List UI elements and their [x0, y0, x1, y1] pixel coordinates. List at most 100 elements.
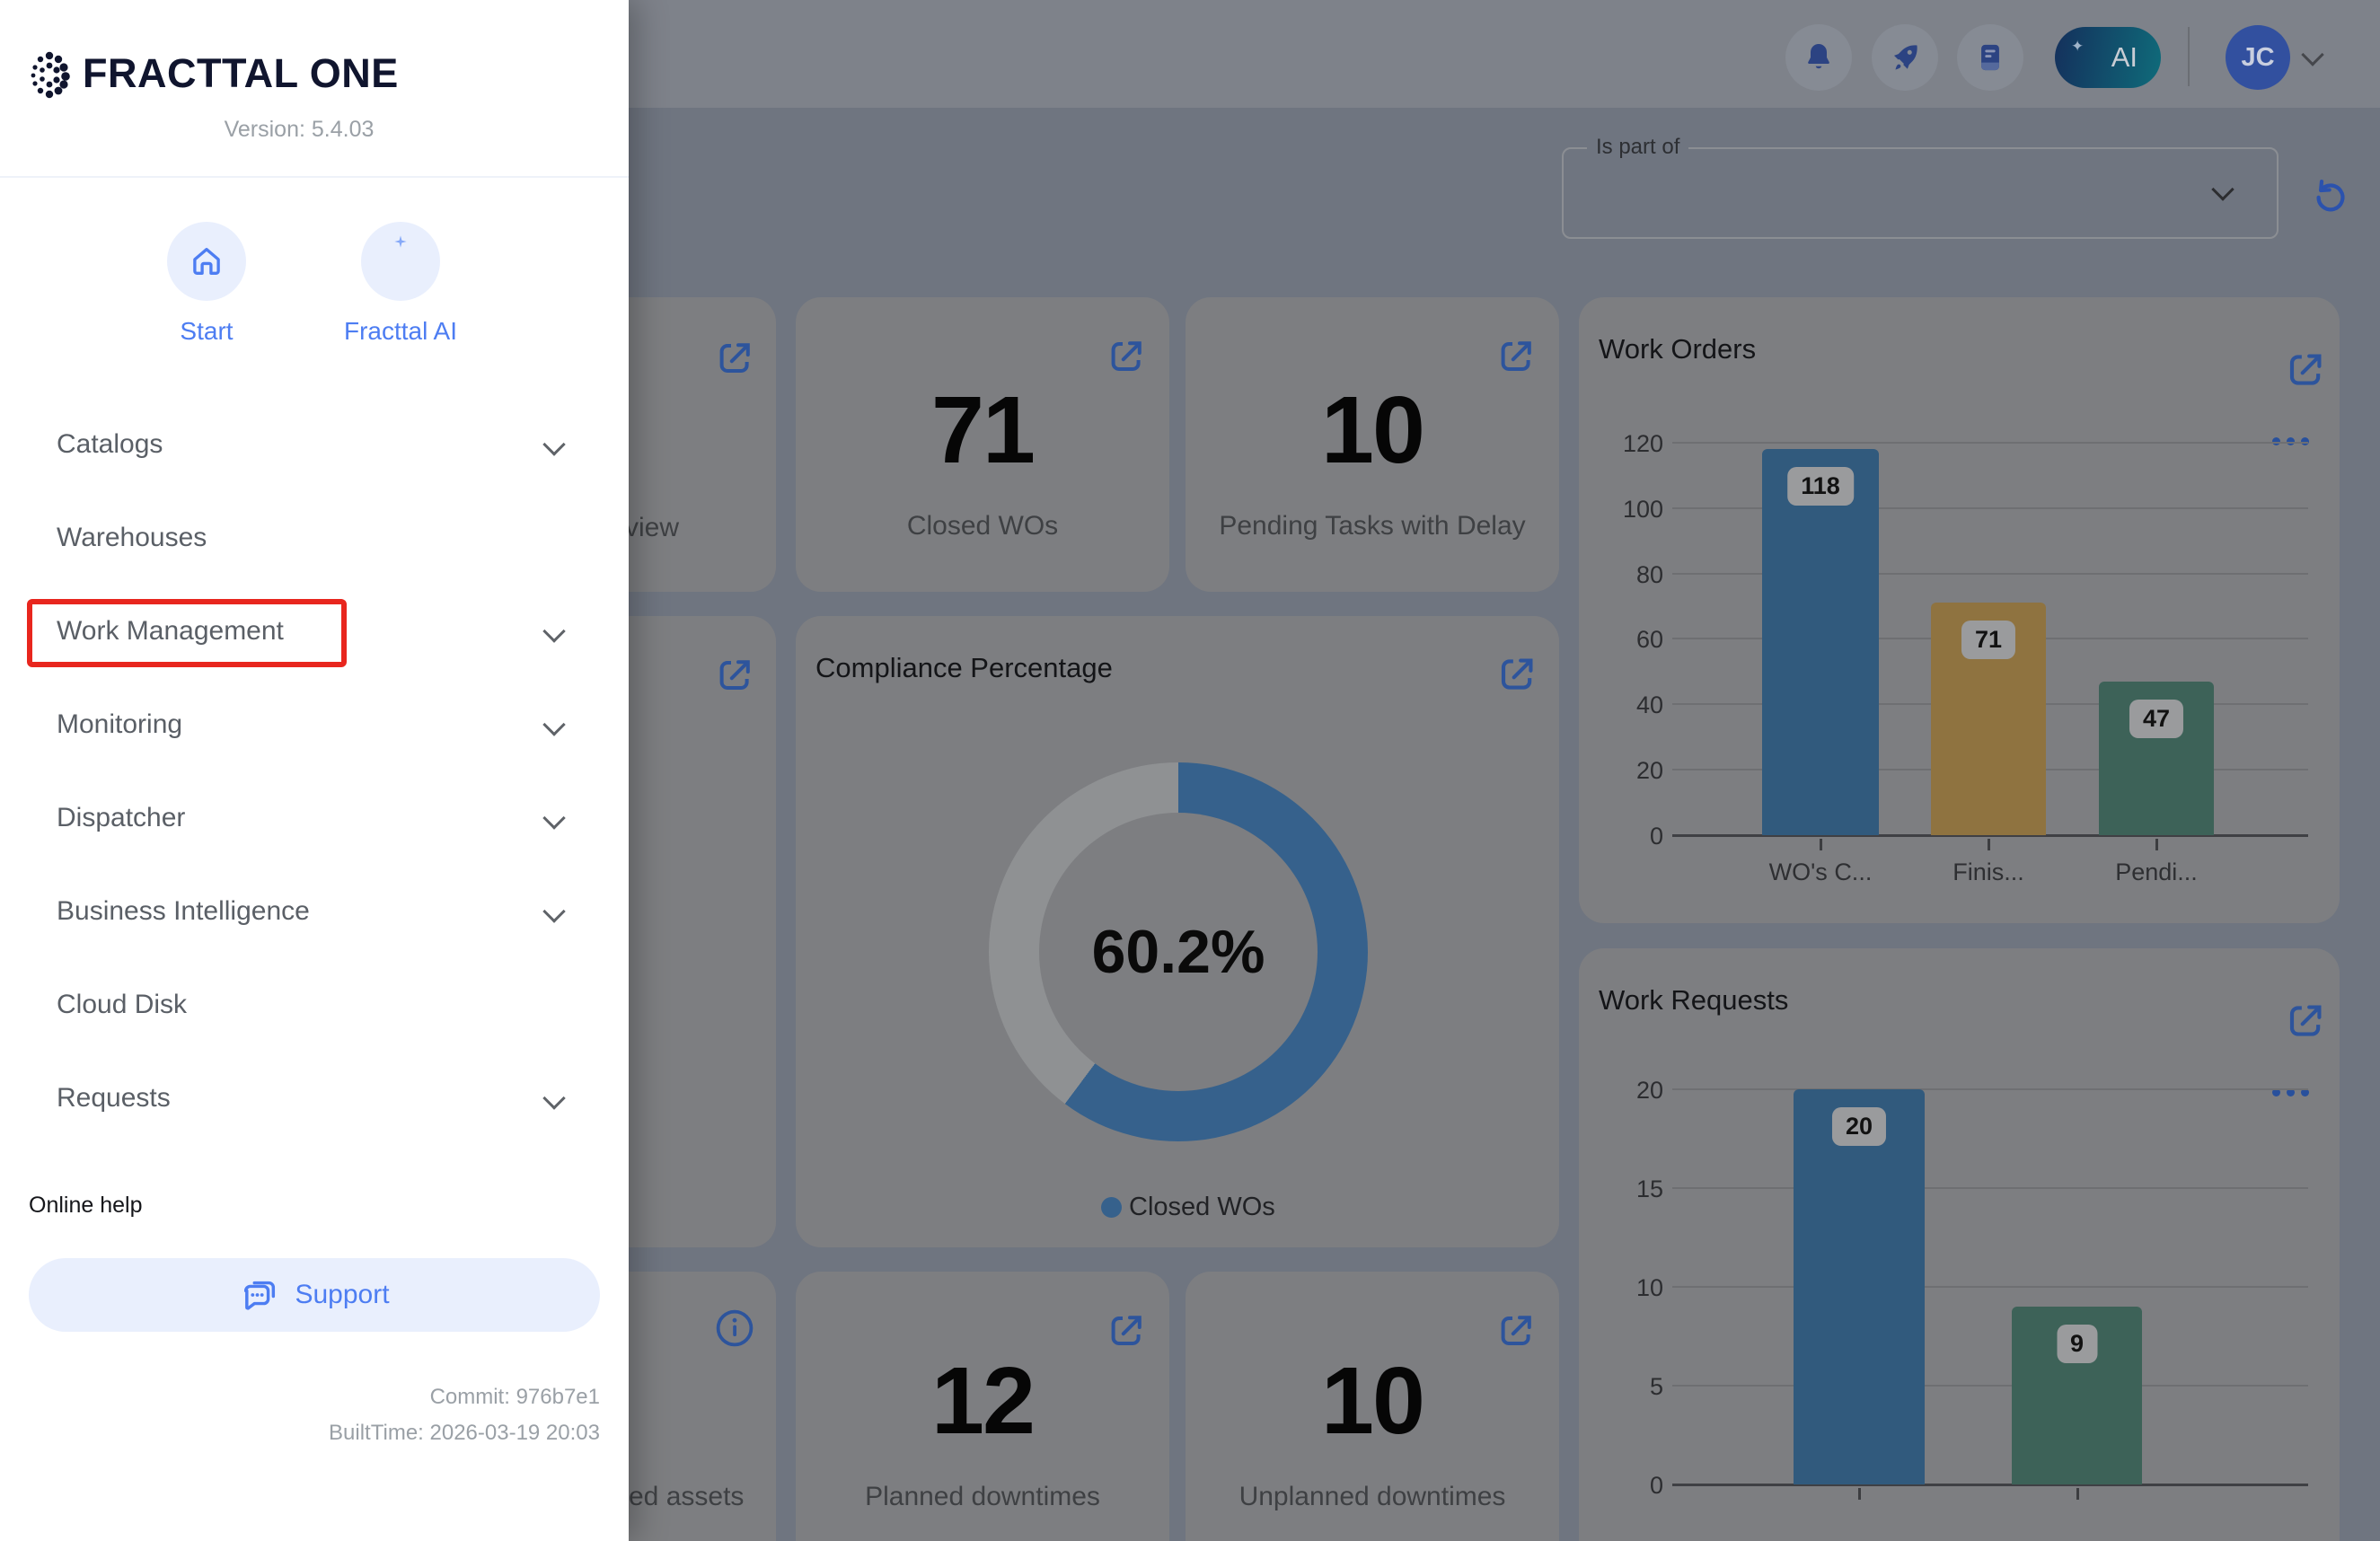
user-avatar[interactable]: JC	[2226, 25, 2290, 90]
compliance-legend: Closed WOs	[1101, 1193, 1275, 1222]
x-axis-tick	[2076, 1488, 2079, 1500]
work-orders-card: Work Orders 020406080100120118WO's C...7…	[1579, 297, 2340, 923]
sidebar-item-label: Monitoring	[57, 709, 182, 740]
bar-value-label: 71	[1961, 621, 2015, 659]
closed-wos-label: Closed WOs	[796, 511, 1169, 542]
sidebar-item-catalogs[interactable]: Catalogs	[0, 416, 629, 473]
planned-downtimes-value: 12	[796, 1347, 1169, 1456]
fracttal-logo-icon	[29, 48, 70, 101]
pending-tasks-card: 10 Pending Tasks with Delay	[1186, 297, 1559, 592]
y-axis-tick-label: 100	[1579, 496, 1663, 524]
chevron-down-icon	[542, 620, 565, 642]
y-axis-tick-label: 120	[1579, 430, 1663, 458]
y-axis-tick-label: 60	[1579, 626, 1663, 654]
sidebar-item-label: Dispatcher	[57, 803, 185, 833]
planned-downtimes-card: 12 Planned downtimes	[796, 1272, 1169, 1541]
topbar-divider	[2188, 27, 2190, 86]
open-in-new-icon[interactable]	[1494, 335, 1538, 378]
unplanned-downtimes-value: 10	[1186, 1347, 1559, 1456]
gridline	[1672, 1187, 2308, 1189]
legend-label: Closed WOs	[1129, 1193, 1275, 1222]
legend-dot	[1101, 1197, 1122, 1218]
fracttal-ai-button[interactable]: ✦ AI	[2055, 27, 2161, 88]
reset-filter-icon[interactable]	[2310, 174, 2351, 216]
sidebar-item-label: Catalogs	[57, 429, 163, 460]
support-button[interactable]: Support	[29, 1258, 600, 1332]
sidebar-item-cloud-disk[interactable]: Cloud Disk	[0, 976, 629, 1034]
y-axis-tick-label: 10	[1579, 1274, 1663, 1302]
bar-wo-s-c-	[1762, 449, 1879, 835]
compliance-donut-chart: 60.2%	[989, 762, 1368, 1141]
sidebar-item-label: Cloud Disk	[57, 990, 187, 1020]
account-chevron-down-icon[interactable]	[2301, 43, 2323, 66]
planned-downtimes-label: Planned downtimes	[796, 1482, 1169, 1512]
y-axis-tick-label: 0	[1579, 823, 1663, 850]
work-requests-chart: 05101520209	[1579, 948, 2340, 1541]
info-icon[interactable]	[713, 1307, 756, 1350]
chevron-down-icon	[542, 900, 565, 922]
open-in-new-icon[interactable]	[713, 337, 756, 380]
work-orders-chart: 020406080100120118WO's C...71Finis...47P…	[1579, 297, 2340, 923]
sidebar-drawer: FRACTTAL ONE Version: 5.4.03 Start Fract…	[0, 0, 629, 1541]
closed-wos-card: 71 Closed WOs	[796, 297, 1169, 592]
sidebar-item-business-intelligence[interactable]: Business Intelligence	[0, 883, 629, 940]
x-axis-tick	[1858, 1488, 1861, 1500]
shortcut-start[interactable]: Start	[135, 222, 278, 346]
compliance-value: 60.2%	[1092, 917, 1265, 987]
compliance-title: Compliance Percentage	[815, 652, 1113, 684]
sidebar-item-label: Requests	[57, 1083, 171, 1114]
sidebar-item-monitoring[interactable]: Monitoring	[0, 696, 629, 753]
open-in-new-icon[interactable]	[1494, 1309, 1538, 1352]
sidebar-item-warehouses[interactable]: Warehouses	[0, 509, 629, 567]
highlight-box	[27, 599, 347, 667]
y-axis-tick-label: 15	[1579, 1176, 1663, 1203]
sidebar-item-requests[interactable]: Requests	[0, 1070, 629, 1127]
is-part-of-select[interactable]	[1562, 147, 2279, 239]
shortcut-fracttal-ai[interactable]: Fracttal AI	[329, 222, 472, 346]
sidebar-item-dispatcher[interactable]: Dispatcher	[0, 789, 629, 847]
shortcut-fracttal-ai-label: Fracttal AI	[329, 317, 472, 346]
release-notes-button[interactable]	[1957, 24, 2023, 91]
notes-icon	[1975, 42, 2005, 73]
chat-icon	[239, 1274, 280, 1316]
partial-card-label: ed assets	[629, 1482, 744, 1512]
avatar-initials: JC	[2241, 43, 2274, 73]
is-part-of-label: Is part of	[1587, 135, 1688, 160]
unplanned-downtimes-card: 10 Unplanned downtimes	[1186, 1272, 1559, 1541]
bar-value-label: 9	[2057, 1325, 2097, 1363]
gridline	[1672, 1286, 2308, 1288]
bar-value-label: 118	[1787, 467, 1854, 506]
bar-value-label: 47	[2129, 700, 2183, 738]
chevron-down-icon	[542, 713, 565, 735]
gridline	[1672, 1088, 2308, 1090]
app-window: ✦ AI JC Is part of view 71 Closed WOs	[0, 0, 2380, 1541]
chevron-down-icon	[542, 1087, 565, 1109]
compliance-card: Compliance Percentage 60.2% Closed WOs	[796, 616, 1559, 1247]
rocket-icon	[1889, 41, 1921, 74]
chevron-down-icon	[542, 433, 565, 455]
notifications-button[interactable]	[1785, 24, 1852, 91]
x-axis-tick	[2155, 839, 2158, 850]
open-in-new-icon[interactable]	[1105, 1309, 1148, 1352]
whats-new-button[interactable]	[1872, 24, 1938, 91]
home-icon	[188, 242, 225, 280]
y-axis-tick-label: 40	[1579, 691, 1663, 719]
brand-name: FRACTTAL ONE	[83, 50, 399, 97]
gridline	[1672, 1385, 2308, 1387]
online-help-label: Online help	[29, 1193, 142, 1219]
y-axis-tick-label: 20	[1579, 757, 1663, 785]
x-axis-tick	[1988, 839, 1990, 850]
support-button-label: Support	[295, 1280, 389, 1310]
y-axis-tick-label: 80	[1579, 561, 1663, 589]
ai-button-label: AI	[2111, 41, 2138, 74]
sidebar-item-label: Business Intelligence	[57, 896, 310, 927]
bar-value-label: 20	[1832, 1107, 1886, 1146]
unplanned-downtimes-label: Unplanned downtimes	[1186, 1482, 1559, 1512]
x-axis-category-label: Pendi...	[2058, 859, 2255, 886]
open-in-new-icon[interactable]	[1105, 335, 1148, 378]
chevron-down-icon	[542, 806, 565, 829]
open-in-new-icon[interactable]	[713, 654, 756, 697]
sparkle-icon	[393, 234, 408, 249]
open-in-new-icon[interactable]	[1494, 652, 1539, 697]
sparkle-icon: ✦	[2071, 38, 2084, 56]
